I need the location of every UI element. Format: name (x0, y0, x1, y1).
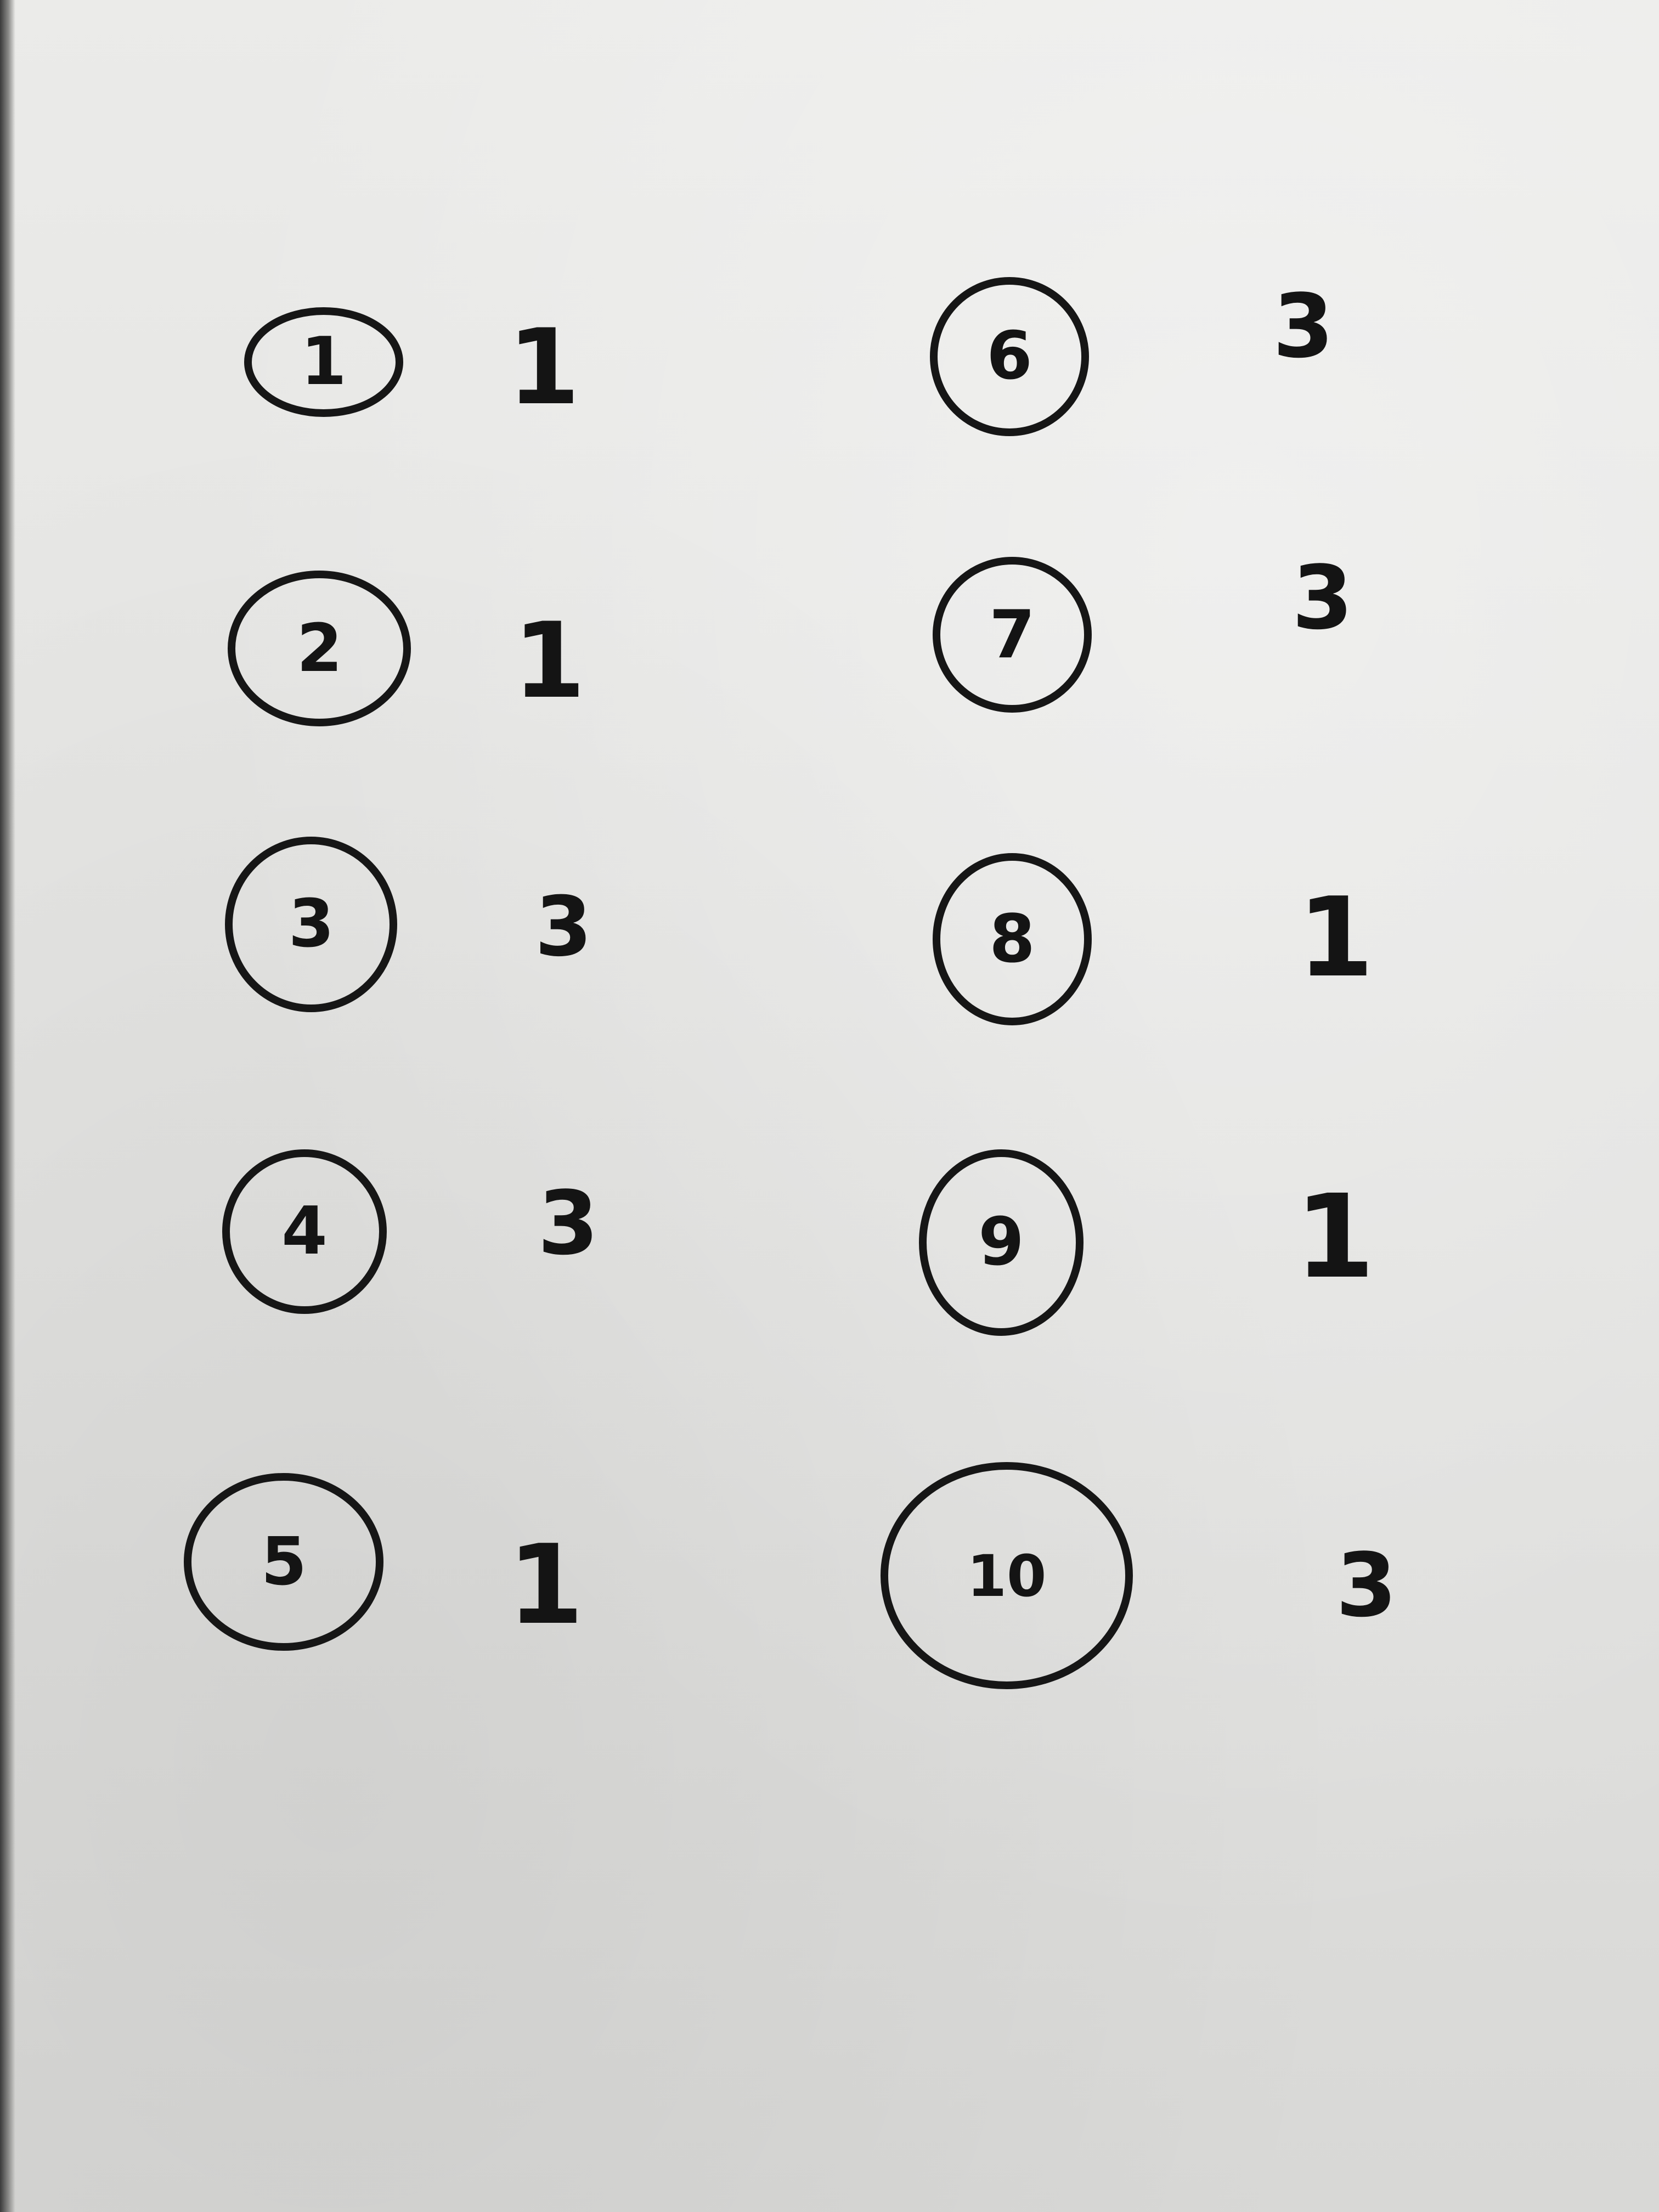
circled-number-8: 8 (933, 853, 1092, 1026)
circled-number-1: 1 (244, 307, 403, 417)
question-number: 3 (288, 886, 335, 962)
question-number: 7 (989, 596, 1035, 673)
question-number: 10 (967, 1542, 1047, 1610)
question-number: 9 (978, 1204, 1024, 1280)
circled-number-6: 6 (930, 277, 1089, 436)
circled-number-7: 7 (933, 557, 1092, 713)
paper-sheet: 1 1 2 1 3 3 4 3 5 1 6 3 7 3 8 1 9 1 10 3 (0, 0, 1659, 2212)
circled-number-9: 9 (919, 1149, 1084, 1336)
answer-value: 3 (535, 879, 592, 975)
circled-number-10: 10 (881, 1462, 1133, 1690)
answer-value: 1 (513, 600, 586, 721)
circled-number-4: 4 (222, 1149, 387, 1314)
circled-number-5: 5 (184, 1473, 384, 1651)
question-number: 8 (989, 901, 1035, 978)
question-number: 1 (301, 324, 347, 400)
question-number: 2 (296, 610, 343, 687)
question-number: 5 (261, 1523, 307, 1600)
answer-value: 1 (1295, 1170, 1375, 1304)
answer-value: 1 (507, 1521, 584, 1649)
circled-number-2: 2 (228, 571, 411, 727)
answer-value: 1 (1297, 874, 1374, 1002)
answer-value: 1 (507, 307, 580, 428)
circled-number-3: 3 (225, 837, 398, 1012)
paper-edge-shadow (0, 0, 15, 2212)
question-number: 4 (281, 1193, 328, 1269)
answer-value: 3 (1273, 275, 1334, 377)
answer-value: 3 (1292, 546, 1353, 649)
question-number: 6 (986, 318, 1032, 394)
answer-value: 3 (1336, 1534, 1397, 1637)
answer-value: 3 (538, 1172, 599, 1274)
